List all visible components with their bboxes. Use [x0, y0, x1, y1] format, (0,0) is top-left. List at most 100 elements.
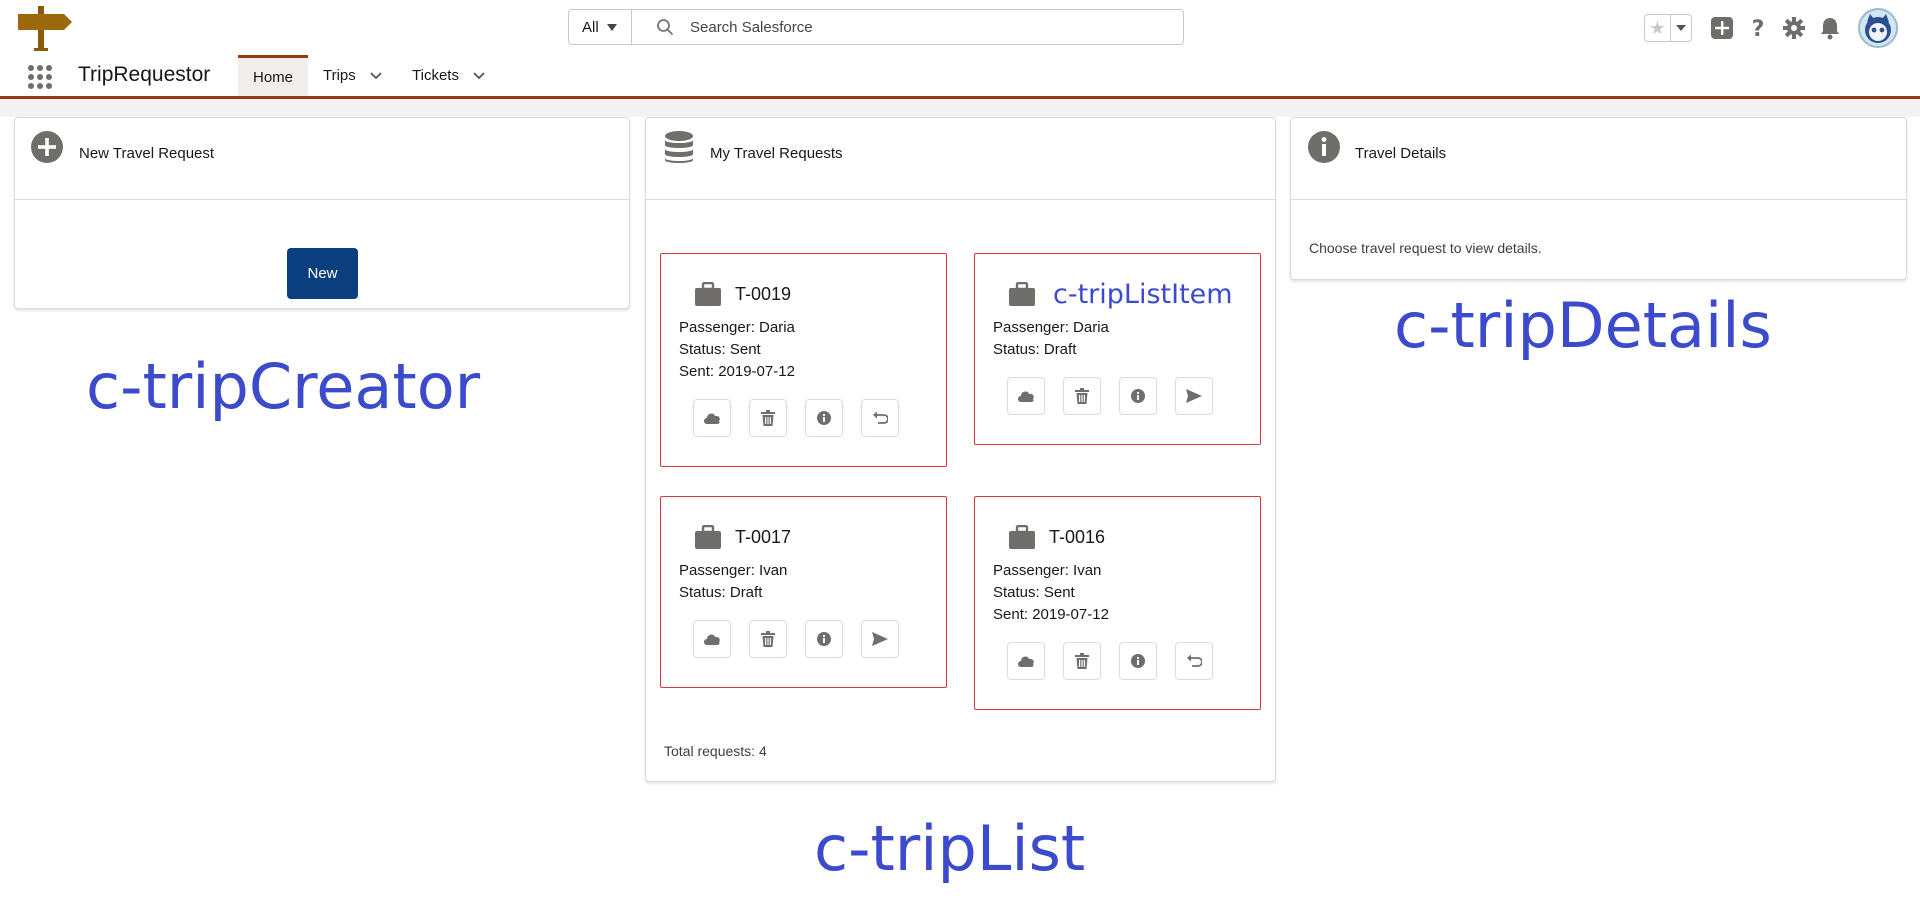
send-button[interactable]	[1175, 377, 1213, 415]
delete-button[interactable]	[749, 399, 787, 437]
info-icon	[1131, 654, 1145, 668]
trip-status: Status: Sent	[993, 584, 1075, 601]
trip-sent-date: Sent: 2019-07-12	[679, 363, 795, 380]
salesforce-cloud-button[interactable]	[693, 620, 731, 658]
trip-actions	[1007, 642, 1213, 680]
trip-passenger: Passenger: Ivan	[993, 562, 1102, 579]
briefcase-icon	[1009, 282, 1035, 306]
trip-status: Status: Draft	[679, 584, 763, 601]
database-icon	[665, 131, 693, 163]
card-header: New Travel Request	[15, 118, 629, 200]
trip-actions	[1007, 377, 1213, 415]
annotation-trip-details: c-tripDetails	[1394, 289, 1772, 362]
tab-trips[interactable]: Trips	[323, 55, 382, 96]
info-button[interactable]	[1119, 642, 1157, 680]
search-input[interactable]	[688, 17, 1168, 37]
annotation-trip-creator: c-tripCreator	[86, 350, 481, 423]
favorites-button[interactable]: ★	[1644, 14, 1692, 42]
trash-icon	[1075, 653, 1089, 669]
trip-list-item[interactable]: T-0017 Passenger: Ivan Status: Draft	[660, 496, 947, 688]
details-empty-message: Choose travel request to view details.	[1309, 240, 1542, 256]
briefcase-icon	[695, 525, 721, 549]
card-header: Travel Details	[1291, 118, 1906, 200]
new-button[interactable]: New	[287, 248, 358, 299]
salesforce-cloud-button[interactable]	[693, 399, 731, 437]
chevron-down-icon[interactable]	[473, 71, 485, 80]
trip-actions	[693, 620, 899, 658]
card-title: My Travel Requests	[710, 145, 843, 162]
delete-button[interactable]	[1063, 377, 1101, 415]
search-scope-label: All	[582, 18, 599, 36]
card-title: Travel Details	[1355, 145, 1447, 162]
trip-list-item[interactable]: T-0019 Passenger: Daria Status: Sent Sen…	[660, 253, 947, 467]
trip-passenger: Passenger: Daria	[993, 319, 1109, 336]
trip-passenger: Passenger: Ivan	[679, 562, 788, 579]
help-icon[interactable]: ?	[1746, 16, 1770, 40]
search-scope-select[interactable]: All	[569, 10, 632, 44]
svg-text:?: ?	[1752, 17, 1765, 40]
app-navigation-bar: TripRequestor Home Trips Tickets	[0, 55, 1920, 99]
chevron-down-icon	[606, 23, 617, 31]
trip-passenger: Passenger: Daria	[679, 319, 795, 336]
send-button[interactable]	[861, 620, 899, 658]
total-requests: Total requests: 4	[664, 743, 767, 759]
info-icon	[1308, 131, 1340, 163]
header-utility-icons: ★ ?	[1644, 8, 1898, 48]
trip-name: T-0017	[735, 527, 792, 547]
salesforce-cloud-button[interactable]	[1007, 377, 1045, 415]
app-name: TripRequestor	[78, 63, 211, 86]
cloud-icon	[704, 634, 720, 645]
tab-home[interactable]: Home	[238, 55, 309, 96]
trash-icon	[761, 631, 775, 647]
page-background-strip	[0, 99, 1920, 117]
recall-button[interactable]	[1175, 642, 1213, 680]
global-actions-plus-icon[interactable]	[1710, 16, 1734, 40]
undo-icon	[1187, 654, 1202, 667]
trash-icon	[1075, 388, 1089, 404]
search-icon	[657, 19, 673, 35]
trip-actions	[693, 399, 899, 437]
trip-status: Status: Sent	[679, 341, 761, 358]
send-icon	[1186, 389, 1202, 403]
card-header: My Travel Requests	[646, 118, 1275, 200]
trip-name: T-0016	[1049, 527, 1106, 547]
undo-icon	[873, 411, 888, 424]
bell-icon[interactable]	[1818, 16, 1842, 40]
info-icon	[817, 632, 831, 646]
gear-icon[interactable]	[1782, 16, 1806, 40]
cloud-icon	[1018, 656, 1034, 667]
chevron-down-icon	[1675, 25, 1686, 31]
annotation-trip-list-item: c-tripListItem	[1053, 279, 1233, 310]
tab-home-label: Home	[253, 68, 294, 86]
global-search: All	[568, 9, 1184, 45]
tab-trips-label: Trips	[323, 67, 356, 84]
global-header: All ★ ?	[0, 0, 1920, 55]
recall-button[interactable]	[861, 399, 899, 437]
tab-tickets-label: Tickets	[412, 67, 459, 84]
trash-icon	[761, 410, 775, 426]
card-title: New Travel Request	[79, 145, 215, 162]
app-launcher-icon[interactable]	[28, 65, 52, 89]
briefcase-icon	[695, 282, 721, 306]
add-circle-icon	[31, 131, 63, 163]
trip-sent-date: Sent: 2019-07-12	[993, 606, 1109, 623]
avatar[interactable]	[1858, 8, 1898, 48]
tab-tickets[interactable]: Tickets	[412, 55, 485, 96]
send-icon	[872, 632, 888, 646]
delete-button[interactable]	[1063, 642, 1101, 680]
trip-status: Status: Draft	[993, 341, 1077, 358]
info-button[interactable]	[805, 399, 843, 437]
info-button[interactable]	[805, 620, 843, 658]
salesforce-cloud-button[interactable]	[1007, 642, 1045, 680]
cloud-icon	[704, 413, 720, 424]
trip-list-item[interactable]: T-0016 Passenger: Ivan Status: Sent Sent…	[974, 496, 1261, 710]
info-button[interactable]	[1119, 377, 1157, 415]
trip-name: T-0019	[735, 284, 792, 304]
star-icon[interactable]: ★	[1645, 15, 1670, 41]
info-icon	[1131, 389, 1145, 403]
favorites-menu-button[interactable]	[1669, 15, 1691, 41]
delete-button[interactable]	[749, 620, 787, 658]
signpost-logo-icon[interactable]	[16, 4, 76, 52]
chevron-down-icon[interactable]	[370, 71, 382, 80]
info-icon	[817, 411, 831, 425]
